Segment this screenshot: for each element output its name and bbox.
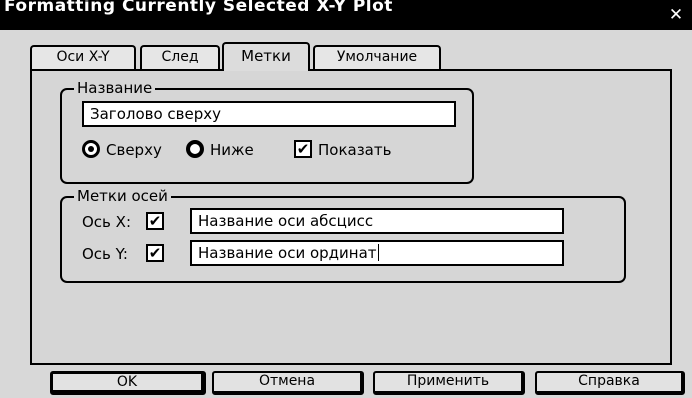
tab-panel-labels: Название Заголово сверху Сверху Ниже ✔ П… xyxy=(30,69,672,365)
title-bar[interactable]: Formatting Currently Selected X-Y Plot ✕ xyxy=(0,0,692,30)
tab-label: Умолчание xyxy=(336,49,418,65)
title-group-legend: Название xyxy=(74,79,156,97)
tab-axes-xy[interactable]: Оси X-Y xyxy=(30,45,136,69)
show-title-label[interactable]: Показать xyxy=(318,141,391,159)
cancel-button[interactable]: Отмена xyxy=(212,371,364,395)
tab-label: След xyxy=(161,49,199,65)
show-title-checkbox[interactable]: ✔ xyxy=(294,140,312,158)
y-axis-checkbox[interactable]: ✔ xyxy=(146,244,164,262)
position-top-label[interactable]: Сверху xyxy=(106,141,162,159)
position-bottom-label[interactable]: Ниже xyxy=(210,141,254,159)
tab-labels[interactable]: Метки xyxy=(222,42,310,71)
ok-button[interactable]: OK xyxy=(50,371,206,395)
x-axis-label: Ось X: xyxy=(82,213,131,231)
help-button[interactable]: Справка xyxy=(535,371,685,395)
position-bottom-radio[interactable] xyxy=(186,140,204,158)
y-axis-title-value: Название оси ординат xyxy=(198,244,377,262)
close-icon[interactable]: ✕ xyxy=(666,5,686,25)
window-title: Formatting Currently Selected X-Y Plot xyxy=(4,0,393,16)
plot-title-input[interactable]: Заголово сверху xyxy=(82,101,456,127)
x-axis-title-input[interactable]: Название оси абсцисс xyxy=(190,208,564,234)
axis-labels-group: Метки осей Ось X: ✔ Название оси абсцисс… xyxy=(60,187,626,283)
apply-button[interactable]: Применить xyxy=(373,371,525,395)
x-axis-title-value: Название оси абсцисс xyxy=(198,212,374,230)
text-cursor xyxy=(377,244,379,261)
tab-trace[interactable]: След xyxy=(140,45,220,69)
format-xy-plot-dialog: Formatting Currently Selected X-Y Plot ✕… xyxy=(0,0,692,398)
y-axis-label: Ось Y: xyxy=(82,245,128,263)
x-axis-checkbox[interactable]: ✔ xyxy=(146,212,164,230)
tab-label: Метки xyxy=(241,47,291,65)
title-group: Название Заголово сверху Сверху Ниже ✔ П… xyxy=(60,79,474,184)
plot-title-value: Заголово сверху xyxy=(90,105,222,123)
axis-labels-legend: Метки осей xyxy=(74,187,171,205)
position-top-radio[interactable] xyxy=(82,140,100,158)
tab-defaults[interactable]: Умолчание xyxy=(313,45,441,69)
tab-label: Оси X-Y xyxy=(56,49,110,65)
y-axis-title-input[interactable]: Название оси ординат xyxy=(190,240,564,266)
